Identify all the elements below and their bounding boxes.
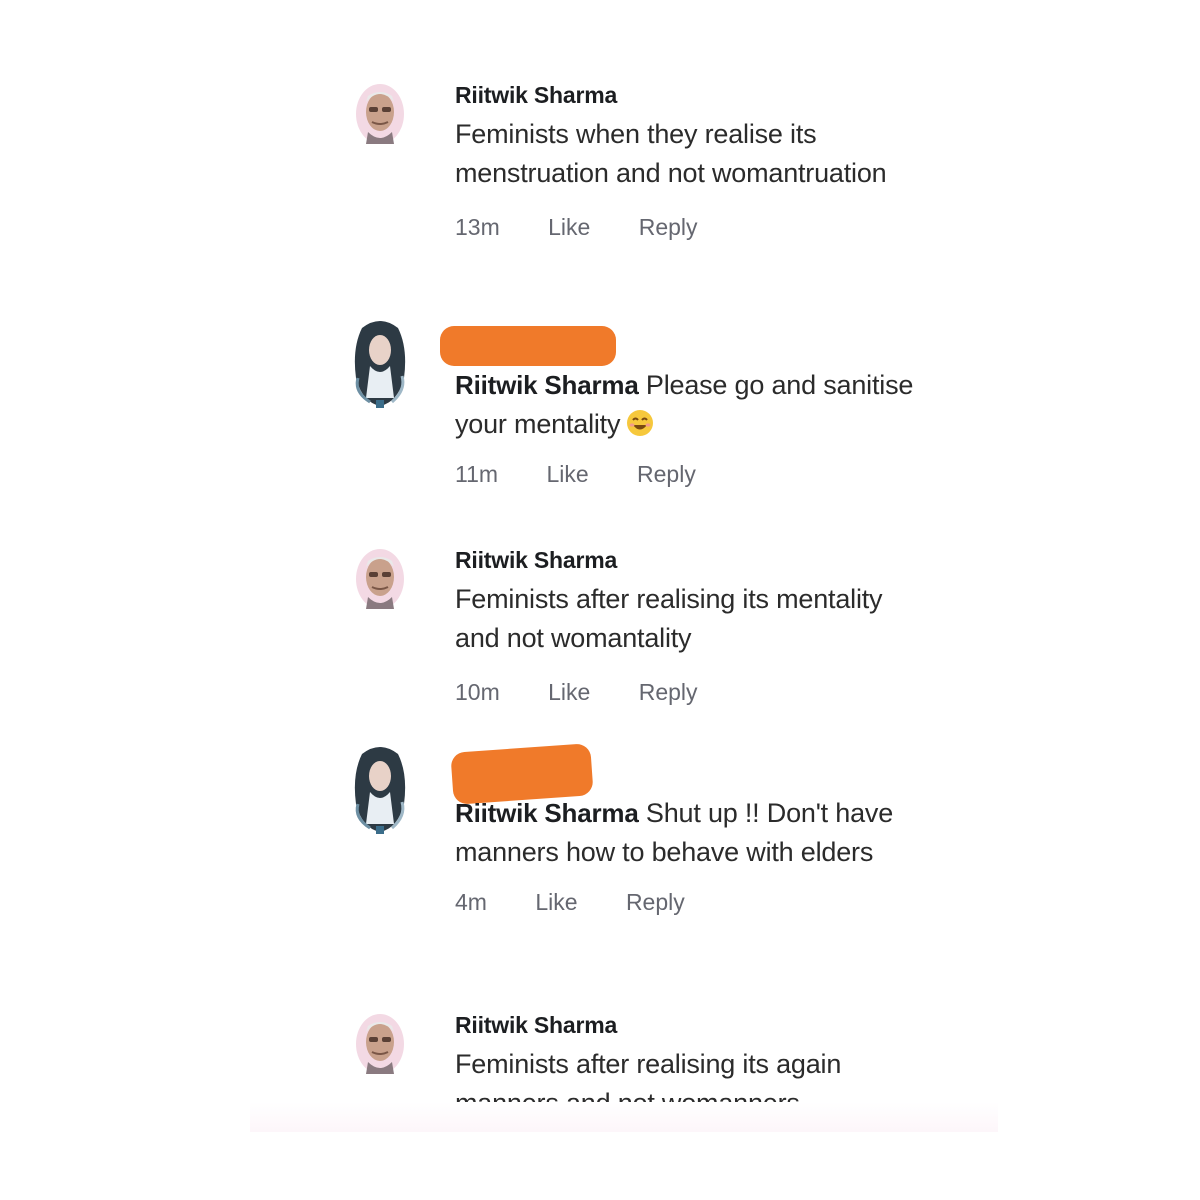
screenshot-bottom-edge [250,1102,998,1132]
comment-text: Feminists when they realise its menstrua… [455,119,887,188]
comment-author[interactable]: Riitwik Sharma [455,1012,925,1039]
smiling-face-emoji-icon [626,409,654,437]
comment-text: Riitwik Sharma Shut up !! Don't have man… [455,794,925,871]
like-button[interactable]: Like [546,461,588,488]
comment-thread: Riitwik Sharma Feminists when they reali… [0,0,1200,1200]
comment-timestamp: 11m [455,461,499,487]
reply-button[interactable]: Reply [639,214,698,241]
older-man-avatar-icon[interactable] [352,82,408,148]
comment-actions: 4m Like Reply [455,889,925,916]
comment-author[interactable]: Riitwik Sharma [455,82,925,109]
comment-text: Feminists after realising its mentality … [455,584,883,653]
like-button[interactable]: Like [548,679,590,706]
comment-actions: 10m Like Reply [455,679,925,706]
older-man-avatar-icon[interactable] [352,547,408,613]
older-man-avatar-icon[interactable] [352,1012,408,1078]
like-button[interactable]: Like [535,889,577,916]
woman-avatar-icon[interactable] [348,318,412,408]
comment-actions: 11m Like Reply [455,461,925,488]
comment-author[interactable]: Riitwik Sharma [455,547,925,574]
comment-timestamp: 4m [455,889,487,915]
comment-timestamp: 10m [455,679,500,705]
mentioned-author[interactable]: Riitwik Sharma [455,798,639,828]
like-button[interactable]: Like [548,214,590,241]
comment-actions: 13m Like Reply [455,214,925,241]
mentioned-author[interactable]: Riitwik Sharma [455,370,639,400]
reply-button[interactable]: Reply [639,679,698,706]
comment-text: Riitwik Sharma Please go and sanitise yo… [455,366,925,443]
comment-timestamp: 13m [455,214,500,240]
redacted-name [440,326,616,366]
reply-button[interactable]: Reply [626,889,685,916]
woman-avatar-icon[interactable] [348,744,412,834]
reply-button[interactable]: Reply [637,461,696,488]
